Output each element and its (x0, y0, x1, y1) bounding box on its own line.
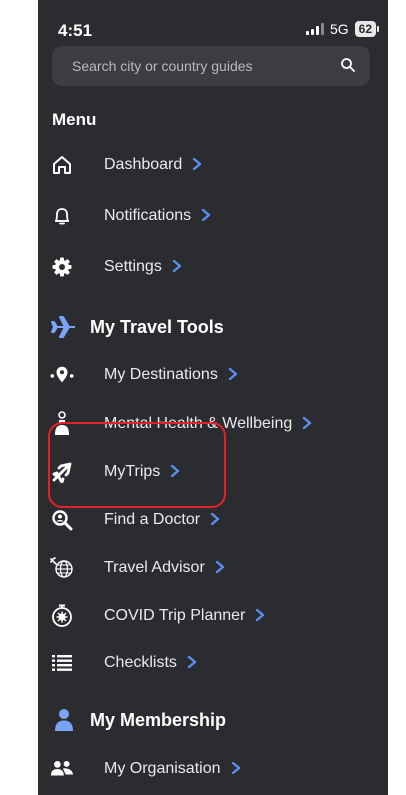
highlight-annotation (48, 422, 226, 508)
chevron-right-icon (228, 368, 238, 380)
map-pin-icon (50, 363, 74, 387)
menu-item-label: My Destinations (104, 366, 218, 383)
membership-title: My Membership (90, 710, 227, 730)
bell-icon (50, 204, 74, 228)
menu-item-dashboard[interactable]: Dashboard (38, 145, 388, 185)
chevron-right-icon (256, 609, 265, 621)
status-time: 4:51 (58, 21, 93, 40)
user-icon (50, 706, 78, 734)
search-input[interactable]: Search city or country guides (72, 58, 253, 74)
gear-icon (50, 255, 74, 279)
menu-item-label: Dashboard (104, 156, 183, 173)
chevron-right-icon (210, 513, 220, 525)
chevron-right-icon (231, 762, 240, 774)
search-icon[interactable] (340, 57, 356, 73)
menu-item-label: COVID Trip Planner (104, 607, 246, 624)
chevron-right-icon (172, 260, 182, 272)
status-bar: 4:51 5G 62 (38, 0, 388, 46)
checklist-icon (50, 651, 74, 675)
group-icon (50, 757, 74, 781)
menu-item-label: Travel Advisor (104, 559, 205, 576)
network-type: 5G (329, 21, 349, 37)
chevron-right-icon (187, 656, 197, 668)
menu-item-label: Settings (104, 258, 162, 275)
airplane-icon (50, 313, 78, 341)
menu-item-label: Checklists (104, 654, 177, 671)
battery-icon: 62 (354, 21, 380, 37)
globe-plane-icon (50, 556, 74, 580)
menu-item-settings[interactable]: Settings (38, 247, 388, 287)
chevron-right-icon (201, 209, 211, 221)
side-menu-screen: 4:51 5G 62 Search city or country guides… (38, 0, 388, 795)
menu-item-label: Notifications (104, 207, 192, 224)
travel-tools-header: My Travel Tools (38, 307, 388, 347)
status-indicators: 5G 62 (305, 21, 380, 37)
home-icon (50, 153, 74, 177)
chevron-right-icon (303, 417, 312, 429)
menu-item-notifications[interactable]: Notifications (38, 196, 388, 236)
menu-item-my-organisation[interactable]: My Organisation (38, 749, 388, 789)
search-bar[interactable]: Search city or country guides (52, 46, 370, 86)
menu-item-my-destinations[interactable]: My Destinations (38, 355, 388, 395)
chevron-right-icon (215, 561, 224, 573)
menu-item-covid-trip-planner[interactable]: COVID Trip Planner (38, 596, 388, 636)
chevron-right-icon (193, 158, 202, 170)
virus-timer-icon (50, 604, 74, 628)
menu-title: Menu (52, 110, 97, 129)
menu-item-checklists[interactable]: Checklists (38, 643, 388, 683)
menu-item-label: Find a Doctor (104, 511, 201, 528)
doctor-search-icon (50, 508, 74, 532)
menu-item-travel-advisor[interactable]: Travel Advisor (38, 548, 388, 588)
membership-header: My Membership (38, 700, 388, 740)
travel-tools-title: My Travel Tools (90, 317, 224, 337)
signal-icon (305, 23, 324, 35)
menu-item-label: My Organisation (104, 760, 221, 777)
